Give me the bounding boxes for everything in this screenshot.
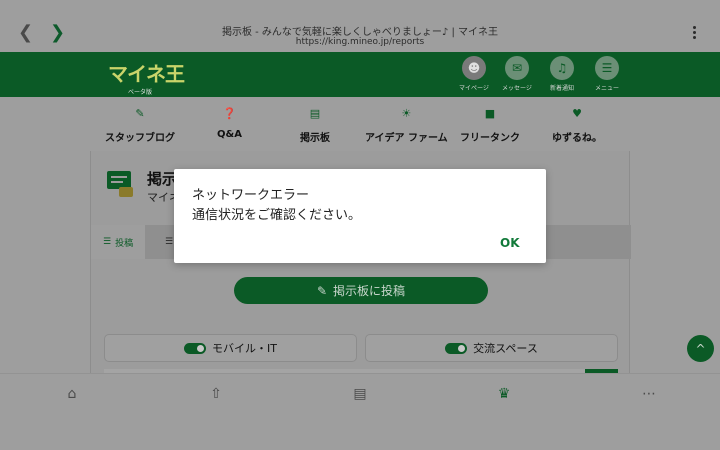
tank-icon: ■	[484, 106, 496, 120]
board-icon	[107, 171, 133, 197]
comments-icon[interactable]: ▤	[350, 386, 370, 404]
logo[interactable]: マイネ王 ベータ版	[108, 58, 185, 96]
message-label: メッセージ	[502, 85, 532, 92]
category-label: ゆずるね。	[552, 133, 602, 144]
site-header: マイネ王 ベータ版 ☻ マイページ ✉ メッセージ ♫ 新着通知 ☰ メニュー	[0, 52, 720, 97]
home-icon[interactable]: ⌂	[62, 386, 82, 404]
list-icon: ☰	[165, 237, 174, 247]
category-label: Q&A	[217, 129, 242, 140]
bulb-icon: ☀	[401, 106, 412, 120]
dialog-message: 通信状況をご確認ください。	[192, 208, 362, 223]
pencil-icon: ✎	[316, 283, 328, 298]
toggle-switch[interactable]	[445, 342, 468, 354]
board-title: 掲示	[147, 170, 178, 188]
category-nav: ✎ スタッフブログ ❓ Q&A ▤ 掲示板 ☀ アイデア ファーム ■ フリータ…	[0, 97, 720, 151]
category-label: 掲示板	[300, 133, 330, 144]
filter-label: モバイル・IT	[212, 342, 277, 355]
page-title: 掲示板 - みんなで気軽に楽しくしゃべりましょー♪ | マイネ王	[221, 27, 499, 38]
bottom-nav: ⌂ ⇧ ▤ ♛ ⋯	[0, 373, 720, 450]
browser-menu-icon[interactable]	[690, 26, 698, 42]
forward-arrow-icon[interactable]: ❯	[50, 24, 65, 42]
post-to-board-button[interactable]: ✎ 掲示板に投稿	[234, 277, 488, 304]
filter-community-space[interactable]: 交流スペース	[365, 334, 618, 362]
menu-button[interactable]: ☰ メニュー	[585, 56, 629, 92]
notification-label: 新着通知	[549, 85, 574, 92]
filter-mobile-it[interactable]: モバイル・IT	[104, 334, 357, 362]
menu-label: メニュー	[594, 85, 619, 92]
ok-button[interactable]: OK	[500, 236, 520, 250]
category-idea-farm[interactable]: ☀ アイデア ファーム	[365, 102, 448, 145]
back-arrow-icon[interactable]: ❮	[18, 24, 33, 42]
category-staff-blog[interactable]: ✎ スタッフブログ	[105, 102, 175, 145]
tab-label: 投稿	[115, 238, 134, 249]
scroll-to-top-button[interactable]: ^	[687, 335, 714, 362]
category-label: フリータンク	[460, 133, 520, 144]
category-qa[interactable]: ❓ Q&A	[217, 102, 242, 141]
network-error-dialog: ネットワークエラー 通信状況をご確認ください。 OK	[174, 169, 546, 263]
post-button-label: 掲示板に投稿	[333, 284, 406, 298]
avatar: ☻	[462, 56, 486, 80]
hamburger-icon: ☰	[595, 56, 619, 80]
url-text[interactable]: https://king.mineo.jp/reports	[180, 37, 540, 47]
toggle-switch[interactable]	[184, 342, 207, 354]
pen-icon: ✎	[135, 106, 145, 120]
bell-icon: ♫	[550, 56, 574, 80]
mypage-button[interactable]: ☻ マイページ	[452, 56, 496, 92]
browser-toolbar: ❮ ❯ 掲示板 - みんなで気軽に楽しくしゃべりましょー♪ | マイネ王 htt…	[0, 0, 720, 52]
notification-button[interactable]: ♫ 新着通知	[540, 56, 584, 92]
mypage-label: マイページ	[459, 85, 489, 92]
category-label: アイデア ファーム	[365, 133, 448, 144]
tab-posts[interactable]: ☰ 投稿	[91, 225, 146, 259]
list-icon: ☰	[103, 237, 112, 247]
qa-icon: ❓	[222, 106, 237, 120]
heart-icon: ♥	[572, 106, 582, 120]
category-free-tank[interactable]: ■ フリータンク	[460, 102, 520, 145]
chevron-up-icon: ^	[695, 341, 706, 356]
category-board[interactable]: ▤ 掲示板	[300, 102, 330, 145]
upload-icon[interactable]: ⇧	[206, 386, 226, 404]
logo-beta-label: ベータ版	[128, 89, 153, 96]
crown-icon[interactable]: ♛	[494, 386, 514, 404]
more-icon[interactable]: ⋯	[638, 386, 660, 404]
dialog-title: ネットワークエラー	[192, 188, 310, 203]
filter-label: 交流スペース	[473, 342, 538, 355]
mail-icon: ✉	[505, 56, 529, 80]
board-icon: ▤	[309, 106, 321, 120]
category-label: スタッフブログ	[105, 133, 175, 144]
logo-text: マイネ王	[108, 62, 185, 86]
category-yuzurune[interactable]: ♥ ゆずるね。	[552, 102, 602, 145]
message-button[interactable]: ✉ メッセージ	[495, 56, 539, 92]
